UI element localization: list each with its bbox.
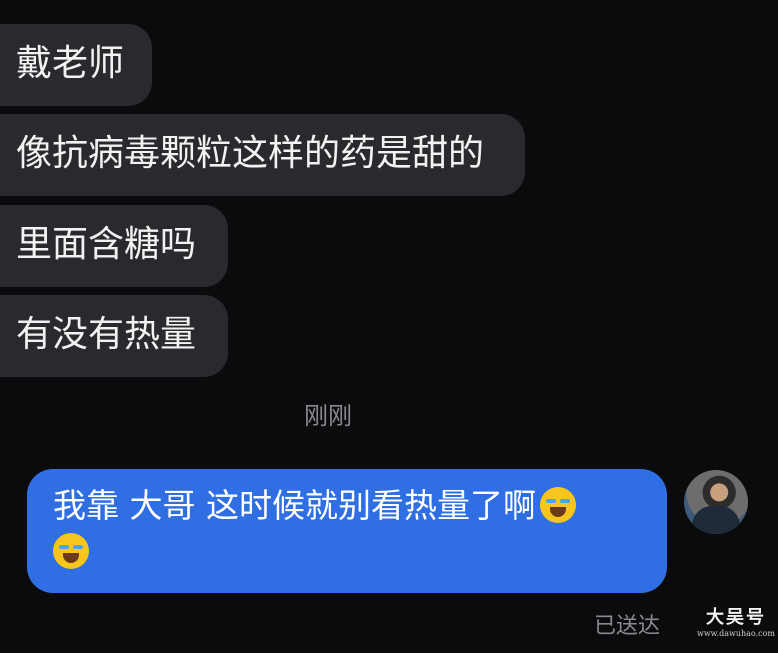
message-timestamp: 刚刚 <box>304 402 352 430</box>
avatar[interactable] <box>684 470 748 534</box>
message-text: 里面含糖吗 <box>16 224 197 265</box>
message-text: 戴老师 <box>16 43 125 84</box>
message-text: 有没有热量 <box>16 314 197 355</box>
watermark-url: www.dawuhao.com <box>696 629 776 638</box>
delivery-status: 已送达 <box>594 614 661 639</box>
incoming-message-bubble[interactable]: 像抗病毒颗粒这样的药是甜的 <box>0 114 525 196</box>
watermark-logo: 大吴号 www.dawuhao.com <box>694 607 778 653</box>
message-text: 像抗病毒颗粒这样的药是甜的 <box>16 133 485 174</box>
crying-laughing-emoji-icon <box>539 487 576 523</box>
chat-screen: 戴老师 像抗病毒颗粒这样的药是甜的 里面含糖吗 有没有热量 刚刚 我靠 大哥 这… <box>0 0 778 653</box>
message-text: 我靠 大哥 这时候就别看热量了啊 <box>53 486 536 525</box>
incoming-message-bubble[interactable]: 戴老师 <box>0 24 152 106</box>
avatar-figure <box>692 506 740 534</box>
outgoing-message-bubble[interactable]: 我靠 大哥 这时候就别看热量了啊 <box>27 469 667 593</box>
crying-laughing-emoji-icon <box>53 533 89 569</box>
incoming-message-bubble[interactable]: 里面含糖吗 <box>0 205 228 287</box>
watermark-text: 大吴号 <box>706 607 766 628</box>
incoming-message-bubble[interactable]: 有没有热量 <box>0 295 228 377</box>
